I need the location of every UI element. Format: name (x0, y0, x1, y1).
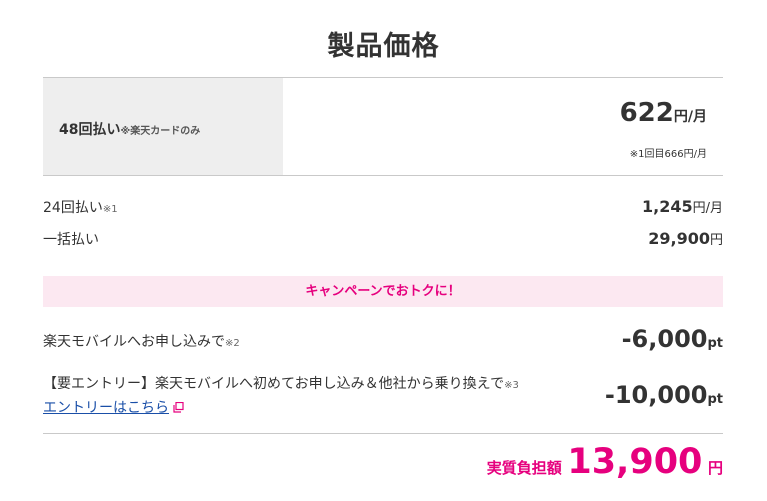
installment-24-price: 1,245円/月 (642, 197, 723, 216)
installment-48-row: 48回払い※楽天カードのみ 622円/月 ※1回目666円/月 (43, 78, 723, 175)
installment-48-price-value: 622 (619, 98, 674, 128)
total-cost: 実質負担額 13,900 円 (487, 442, 723, 482)
lump-sum-price-unit: 円 (709, 233, 723, 248)
campaign-item-2-points-value: -10,000 (604, 381, 708, 409)
campaign-item-1-label: 楽天モバイルへお申し込みで※2 (43, 331, 240, 351)
campaign-item-1-label-text: 楽天モバイルへお申し込みで (43, 334, 225, 350)
installment-48-label-text: 48回払い (59, 122, 121, 138)
campaign-item-1: 楽天モバイルへお申し込みで※2 -6,000pt (43, 325, 723, 355)
campaign-item-1-points: -6,000pt (622, 325, 723, 353)
lump-sum-row: 一括払い 29,900円 (43, 229, 723, 251)
entry-link[interactable]: エントリーはこちら (43, 397, 184, 417)
installment-48-label-cell: 48回払い※楽天カードのみ (43, 78, 283, 175)
installment-48-price-unit: 円/月 (673, 109, 707, 125)
total-cost-value: 13,900 (567, 442, 703, 482)
installment-24-label-note: ※1 (102, 204, 118, 215)
installment-24-label-text: 24回払い (43, 200, 103, 216)
installment-48-first-payment-note: ※1回目666円/月 (629, 149, 707, 160)
lump-sum-label: 一括払い (43, 232, 99, 248)
campaign-item-1-points-value: -6,000 (621, 325, 708, 353)
campaign-item-2-points: -10,000pt (605, 381, 723, 409)
campaign-item-1-points-unit: pt (707, 336, 723, 351)
installment-24-row: 24回払い※1 1,245円/月 (43, 197, 723, 219)
campaign-banner: キャンペーンでおトクに！ (43, 276, 723, 307)
installment-48-label-note: ※楽天カードのみ (120, 126, 201, 137)
external-link-icon (173, 401, 184, 413)
installment-24-price-value: 1,245 (642, 197, 693, 216)
campaign-item-2: 【要エントリー】楽天モバイルへ初めてお申し込み＆他社から乗り換えで※3 エントリ… (43, 373, 723, 421)
lump-sum-price-value: 29,900 (648, 229, 710, 248)
campaign-item-2-label-text: 【要エントリー】楽天モバイルへ初めてお申し込み＆他社から乗り換えで (43, 376, 505, 392)
campaign-item-2-note: ※3 (504, 380, 519, 391)
campaign-item-1-note: ※2 (225, 338, 240, 349)
entry-link-label[interactable]: エントリーはこちら (43, 397, 169, 417)
installment-48-label: 48回払い※楽天カードのみ (59, 119, 200, 139)
campaign-item-2-label: 【要エントリー】楽天モバイルへ初めてお申し込み＆他社から乗り換えで※3 (43, 373, 519, 393)
total-cost-label: 実質負担額 (486, 459, 562, 477)
installment-48-price: 622円/月 (620, 98, 707, 128)
lump-sum-price: 29,900円 (648, 229, 723, 248)
installment-24-label: 24回払い※1 (43, 197, 118, 217)
installment-24-price-unit: 円/月 (692, 201, 723, 216)
total-cost-unit: 円 (707, 459, 723, 477)
divider-after-48 (43, 175, 723, 176)
divider-before-total (43, 433, 723, 434)
campaign-item-2-points-unit: pt (707, 392, 723, 407)
page-title: 製品価格 (327, 31, 440, 62)
